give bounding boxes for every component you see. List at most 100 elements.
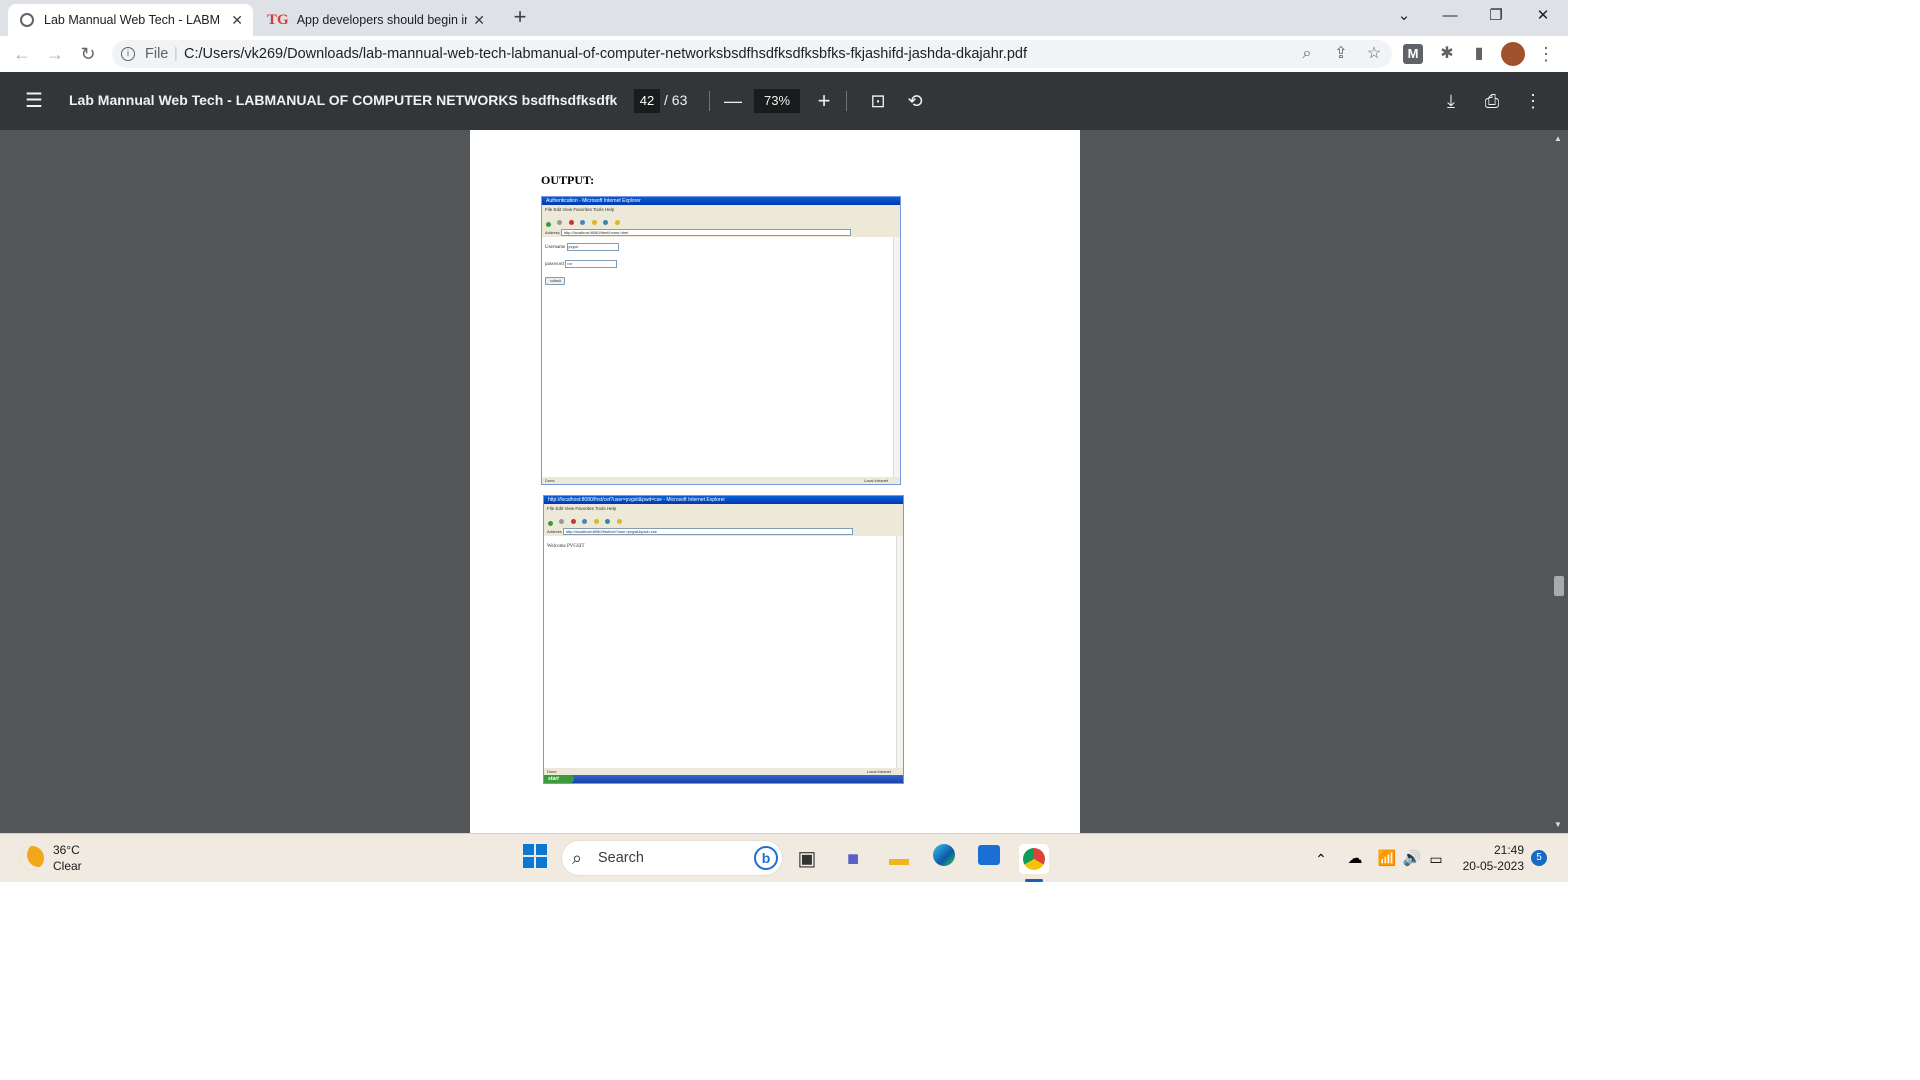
forward-icon (559, 519, 565, 525)
chrome-icon[interactable] (1019, 844, 1049, 874)
store-icon[interactable] (974, 844, 1004, 874)
teams-chat-icon[interactable]: ■ (838, 844, 868, 874)
password-label: password (545, 262, 564, 268)
menu-kebab-icon[interactable]: ⋮ (1535, 43, 1557, 65)
edge-icon[interactable] (929, 844, 959, 874)
ie-status-bar: Done Local intranet (544, 768, 903, 775)
share-icon[interactable]: ⇪ (1330, 43, 1352, 65)
close-window-button[interactable]: ✕ (1520, 4, 1566, 28)
system-clock[interactable]: 21:49 20-05-2023 (1463, 842, 1524, 874)
close-tab-icon[interactable]: ✕ (231, 12, 243, 29)
back-button[interactable]: ← (9, 41, 35, 67)
download-icon[interactable]: ⤓ (1439, 89, 1463, 113)
scheme-label: File (145, 46, 169, 62)
page-total: / 63 (664, 92, 688, 108)
side-panel-icon[interactable]: ▮ (1468, 43, 1490, 65)
scroll-up-icon[interactable]: ▲ (1554, 134, 1562, 143)
onedrive-icon[interactable]: ☁ (1340, 844, 1370, 874)
favorites-icon (593, 519, 599, 525)
print-icon[interactable]: ⎙ (1480, 89, 1504, 113)
search-placeholder: Search (598, 850, 644, 866)
fit-page-icon[interactable]: ⊡ (866, 89, 890, 113)
info-icon[interactable]: i (121, 47, 135, 61)
profile-avatar[interactable] (1501, 42, 1525, 66)
tab-strip: Lab Mannual Web Tech - LABMA ✕ TG App de… (0, 0, 1568, 36)
notification-badge[interactable]: 5 (1531, 850, 1547, 866)
folder-icon (614, 220, 620, 226)
status-done: Done (547, 769, 557, 774)
output-heading: OUTPUT: (541, 173, 595, 187)
windows-start-icon[interactable] (520, 844, 550, 874)
login-form: Username pvgsit password cse submit (545, 240, 619, 285)
globe-icon (20, 13, 34, 27)
tab-title: Lab Mannual Web Tech - LABMA (44, 13, 219, 27)
ie-toolbar (542, 214, 900, 228)
tab-app-developers[interactable]: TG App developers should begin im ✕ (255, 4, 495, 36)
ie-address-field: http://localhost:8080/first/cet?user=pvg… (562, 528, 853, 536)
tab-search-chevron-icon[interactable]: ⌄ (1381, 4, 1427, 28)
extension-m-icon[interactable]: M (1403, 44, 1423, 64)
page-number-input[interactable]: 42 (634, 89, 660, 113)
clock-time: 21:49 (1493, 843, 1524, 857)
search-icon: ⌕ (572, 848, 583, 868)
zoom-out-button[interactable]: — (721, 89, 745, 113)
pdf-title: Lab Mannual Web Tech - LABMANUAL OF COMP… (69, 92, 617, 108)
taskbar-search[interactable]: ⌕ Search b (561, 840, 783, 876)
folder-icon (616, 519, 622, 525)
viewer-scrollbar[interactable]: ▲ ▼ (1550, 130, 1568, 833)
weather-widget[interactable]: 36°C Clear (53, 842, 82, 874)
zoom-level-input[interactable]: 73% (754, 89, 800, 113)
new-tab-button[interactable]: + (508, 4, 532, 30)
tg-favicon-icon: TG (267, 11, 289, 28)
ie-scrollbar (893, 237, 900, 477)
maximize-button[interactable]: ❐ (1473, 4, 1519, 28)
password-field: cse (565, 260, 618, 268)
ie-address-bar: Address http://localhost:8080/first/cet?… (544, 527, 903, 536)
status-done: Done (545, 478, 555, 483)
windows-taskbar: 36°C Clear ⌕ Search b ▣ ■ ▬ ⌃ ☁ 📶 🔊 ▭ 21… (0, 833, 1568, 882)
screenshot-login-form: Authentication - Microsoft Internet Expl… (541, 196, 901, 485)
status-zone: Local intranet (863, 478, 888, 483)
reload-button[interactable]: ↻ (75, 41, 101, 67)
username-field: pvgsit (566, 243, 619, 251)
ie-address-field: http://localhost:8080/html/home.html (560, 229, 851, 237)
extensions-puzzle-icon[interactable]: ✱ (1436, 43, 1458, 65)
zoom-in-button[interactable]: + (812, 89, 836, 113)
ie-menu-bar: File Edit View Favorites Tools Help (542, 205, 900, 214)
back-icon (546, 222, 551, 228)
active-app-indicator (1025, 879, 1043, 882)
tab-lab-manual[interactable]: Lab Mannual Web Tech - LABMA ✕ (8, 4, 253, 36)
ie-title-bar: http://localhost:8080/first/cet?user=pvg… (544, 496, 903, 504)
media-icon (605, 519, 611, 525)
scrollbar-thumb[interactable] (1554, 576, 1564, 596)
xp-taskbar: start (544, 775, 903, 783)
submit-button: submit (545, 277, 565, 285)
stop-icon (570, 519, 576, 525)
battery-icon[interactable]: ▭ (1421, 844, 1451, 874)
more-options-icon[interactable]: ⋮ (1521, 89, 1545, 113)
bing-icon[interactable]: b (754, 846, 778, 870)
file-explorer-icon[interactable]: ▬ (884, 844, 914, 874)
ie-toolbar (544, 513, 903, 527)
bookmark-star-icon[interactable]: ☆ (1363, 43, 1385, 65)
url-text: C:/Users/vk269/Downloads/lab-mannual-web… (184, 46, 1027, 62)
moon-weather-icon[interactable] (20, 846, 44, 870)
ie-menu-bar: File Edit View Favorites Tools Help (544, 504, 903, 513)
zoom-icon[interactable]: ⌕ (1296, 43, 1318, 65)
username-label: Username (545, 245, 566, 251)
close-tab-icon[interactable]: ✕ (473, 12, 485, 29)
back-icon (548, 521, 553, 527)
favorites-icon (591, 220, 597, 226)
scroll-down-icon[interactable]: ▼ (1554, 820, 1562, 829)
minimize-button[interactable]: — (1427, 4, 1473, 28)
weather-temp: 36°C (53, 843, 80, 857)
show-hidden-icons-chevron[interactable]: ⌃ (1306, 844, 1336, 874)
forward-button[interactable]: → (42, 41, 68, 67)
clock-date: 20-05-2023 (1462, 859, 1524, 873)
rotate-icon[interactable]: ⟲ (903, 89, 927, 113)
divider (709, 91, 710, 111)
address-bar[interactable]: i File | C:/Users/vk269/Downloads/lab-ma… (112, 40, 1392, 68)
hamburger-menu-icon[interactable]: ☰ (22, 89, 46, 113)
refresh-icon (580, 220, 586, 226)
task-view-icon[interactable]: ▣ (792, 844, 822, 874)
